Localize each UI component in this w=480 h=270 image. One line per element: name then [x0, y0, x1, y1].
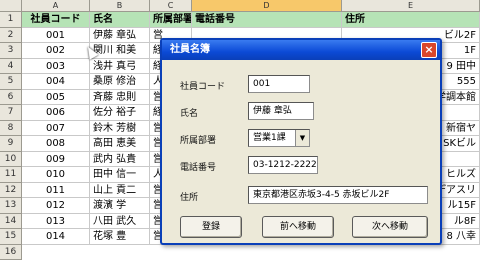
dialog-title: 社員名簿: [170, 44, 210, 55]
row-header[interactable]: 9: [0, 136, 22, 152]
row-header[interactable]: 14: [0, 213, 22, 229]
row-header[interactable]: 6: [0, 89, 22, 105]
cell-name[interactable]: 渡濱 学: [90, 198, 150, 214]
label-department: 所属部署: [180, 136, 217, 146]
row-header[interactable]: 4: [0, 58, 22, 74]
phone-field[interactable]: 03-1212-2222: [248, 156, 318, 174]
row-header[interactable]: 15: [0, 229, 22, 245]
cell-name[interactable]: 山上 貢二: [90, 182, 150, 198]
department-select[interactable]: 営業1課 ▼: [248, 129, 310, 147]
cell-code[interactable]: 003: [22, 58, 90, 74]
cell-code[interactable]: 001: [22, 27, 90, 43]
row-header[interactable]: 3: [0, 43, 22, 59]
next-button[interactable]: 次へ移動: [352, 216, 428, 238]
row-header[interactable]: 1: [0, 12, 22, 28]
column-header-d[interactable]: D: [192, 0, 342, 12]
close-icon[interactable]: ×: [421, 42, 437, 58]
prev-button[interactable]: 前へ移動: [262, 216, 334, 238]
cell-code[interactable]: 002: [22, 43, 90, 59]
cell-name[interactable]: 田中 信一: [90, 167, 150, 183]
label-name: 氏名: [180, 109, 199, 119]
cell-name[interactable]: 高田 恵美: [90, 136, 150, 152]
label-address: 住所: [180, 193, 199, 203]
cell-name[interactable]: 武内 弘貴: [90, 151, 150, 167]
column-header-a[interactable]: A: [22, 0, 90, 12]
row-header[interactable]: 7: [0, 105, 22, 121]
cell-code[interactable]: 013: [22, 213, 90, 229]
row-header[interactable]: 16: [0, 244, 22, 260]
cell-name[interactable]: 伊藤 章弘: [90, 27, 150, 43]
cell-name[interactable]: 浅井 真弓: [90, 58, 150, 74]
column-headers: A B C D E: [0, 0, 480, 12]
label-phone: 電話番号: [180, 163, 217, 173]
column-header-e[interactable]: E: [342, 0, 480, 12]
cell-name[interactable]: 八田 武久: [90, 213, 150, 229]
cell-code[interactable]: 006: [22, 105, 90, 121]
cell-code[interactable]: 005: [22, 89, 90, 105]
cell-code[interactable]: 011: [22, 182, 90, 198]
register-button[interactable]: 登録: [180, 216, 242, 238]
cell-code[interactable]: 010: [22, 167, 90, 183]
row-header[interactable]: 11: [0, 167, 22, 183]
header-cell-code[interactable]: 社員コード: [22, 12, 90, 28]
row-header[interactable]: 8: [0, 120, 22, 136]
employee-code-field[interactable]: 001: [248, 75, 310, 93]
cell-code[interactable]: 004: [22, 74, 90, 90]
row-header[interactable]: 5: [0, 74, 22, 90]
name-field[interactable]: 伊藤 章弘: [248, 102, 314, 120]
cell-name[interactable]: 鈴木 芳樹: [90, 120, 150, 136]
row-headers: 1 2 3 4 5 6 7 8 9 10 11 12 13 14 15 16: [0, 12, 22, 260]
table-header-row: 社員コード 氏名 所属部署 電話番号 住所: [22, 12, 480, 28]
header-cell-name[interactable]: 氏名: [90, 12, 150, 28]
dialog-titlebar[interactable]: 社員名簿 ×: [162, 40, 440, 60]
row-header[interactable]: 13: [0, 198, 22, 214]
cell-name[interactable]: 桑原 修治: [90, 74, 150, 90]
cell-code[interactable]: 008: [22, 136, 90, 152]
cell-code[interactable]: 014: [22, 229, 90, 245]
header-cell-dept[interactable]: 所属部署: [150, 12, 192, 28]
address-field[interactable]: 東京都港区赤坂3-4-5 赤坂ビル2F: [248, 186, 428, 204]
cell-name[interactable]: 佐分 裕子: [90, 105, 150, 121]
row-header[interactable]: 12: [0, 182, 22, 198]
label-employee-code: 社員コード: [180, 82, 226, 92]
corner-cell[interactable]: [0, 0, 22, 12]
cell-code[interactable]: 009: [22, 151, 90, 167]
cell-name[interactable]: 花塚 豊: [90, 229, 150, 245]
column-header-b[interactable]: B: [90, 0, 150, 12]
cell-name[interactable]: 関川 和美: [90, 43, 150, 59]
column-header-c[interactable]: C: [150, 0, 192, 12]
header-cell-address[interactable]: 住所: [342, 12, 480, 28]
cell-code[interactable]: 007: [22, 120, 90, 136]
row-header[interactable]: 10: [0, 151, 22, 167]
employee-dialog: 社員名簿 × 社員コード 001 氏名 伊藤 章弘 所属部署 営業1課 ▼ 電話…: [160, 38, 442, 245]
header-cell-phone[interactable]: 電話番号: [192, 12, 342, 28]
department-value: 営業1課: [253, 133, 286, 143]
row-header[interactable]: 2: [0, 27, 22, 43]
cell-code[interactable]: 012: [22, 198, 90, 214]
cell-name[interactable]: 斉藤 忠則: [90, 89, 150, 105]
chevron-down-icon[interactable]: ▼: [295, 130, 309, 146]
